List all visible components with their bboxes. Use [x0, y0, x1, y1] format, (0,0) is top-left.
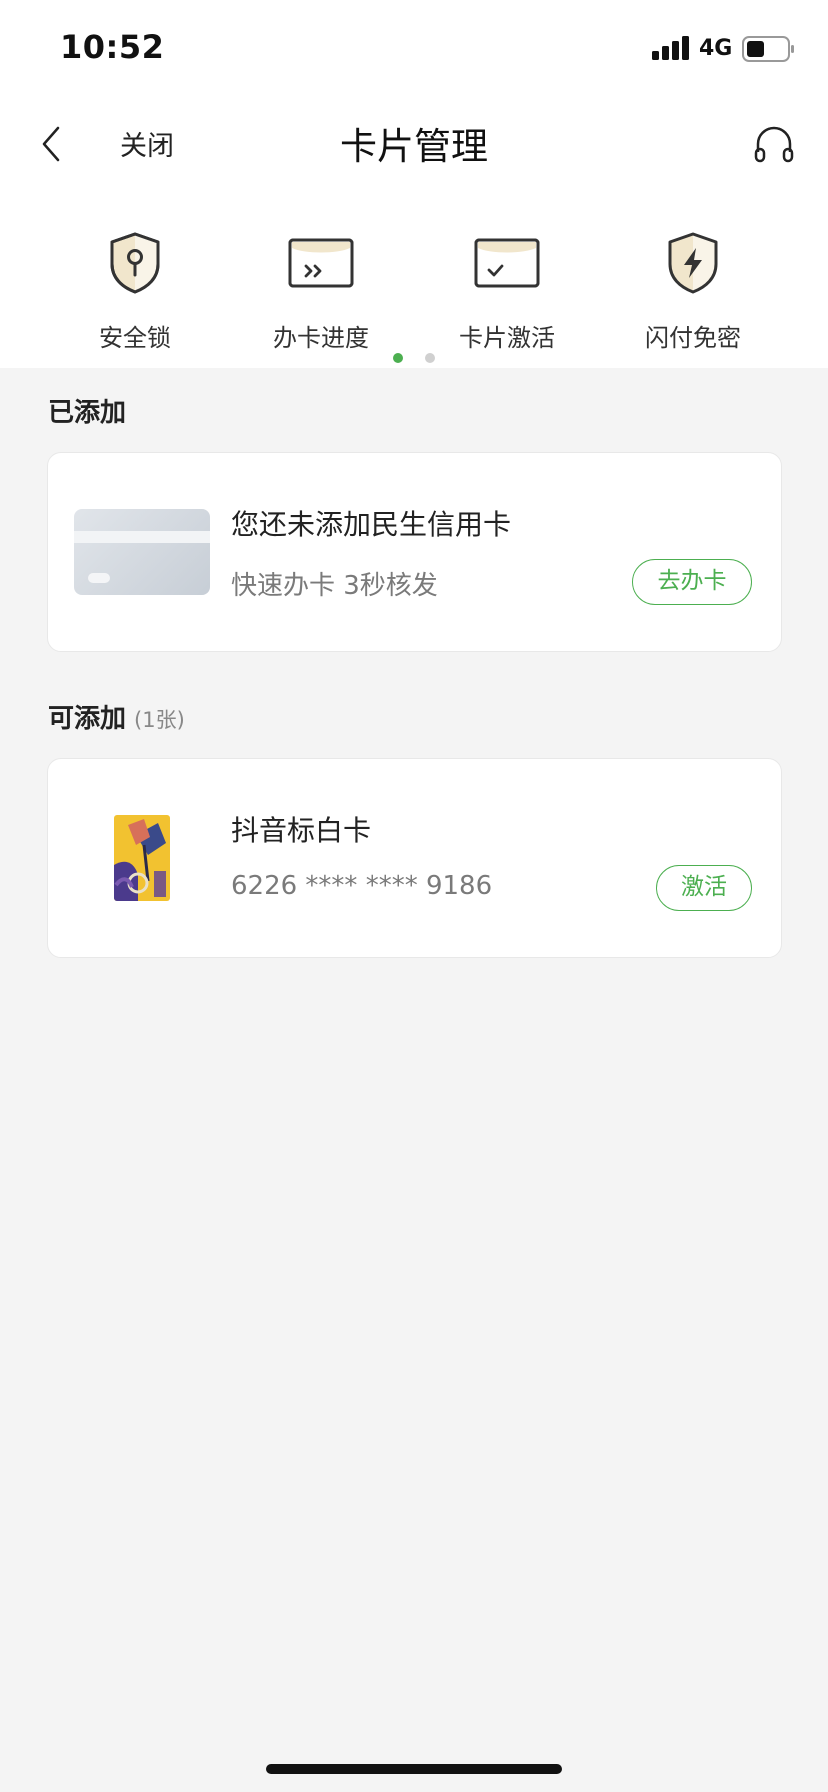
page-dot — [424, 353, 435, 363]
action-card-activate[interactable]: 卡片激活 — [414, 224, 600, 354]
network-type: 4G — [699, 36, 733, 61]
douyin-card-image — [114, 815, 170, 901]
page-dot-active — [393, 353, 404, 363]
apply-card-button[interactable]: 去办卡 — [632, 559, 752, 605]
no-card-title: 您还未添加民生信用卡 — [231, 508, 512, 541]
activate-button[interactable]: 激活 — [656, 865, 752, 911]
no-card-banner: 您还未添加民生信用卡 快速办卡 3秒核发 去办卡 — [47, 452, 782, 652]
status-bar: 10:52 4G — [0, 0, 828, 100]
signal-icon — [652, 36, 689, 60]
available-section-title: 可添加 (1张) — [48, 698, 185, 735]
nav-bar: 关闭 卡片管理 — [0, 100, 828, 188]
available-section-label: 可添加 — [48, 704, 127, 734]
action-card-progress[interactable]: 办卡进度 — [228, 224, 414, 354]
battery-icon — [742, 36, 794, 62]
available-count: (1张) — [134, 708, 185, 732]
top-panel: 10:52 4G 关闭 卡片管理 安全锁 办卡进度 卡片激活 闪付免密 — [0, 0, 828, 368]
added-section-label: 已添加 — [48, 398, 127, 428]
action-quickpass[interactable]: 闪付免密 — [600, 224, 786, 354]
blank-card-image — [74, 509, 210, 595]
available-card-item[interactable]: 抖音标白卡 6226 **** **** 9186 激活 — [47, 758, 782, 958]
headset-icon[interactable] — [752, 122, 796, 166]
home-indicator — [266, 1764, 562, 1774]
card-activate-icon — [474, 238, 540, 288]
no-card-subtitle: 快速办卡 3秒核发 — [231, 571, 438, 601]
quick-actions: 安全锁 办卡进度 卡片激活 闪付免密 — [0, 224, 828, 354]
card-progress-icon — [288, 238, 354, 288]
added-section-title: 已添加 — [48, 392, 126, 429]
shield-lightning-icon — [668, 232, 718, 294]
card-name: 抖音标白卡 — [231, 814, 372, 847]
status-time: 10:52 — [60, 28, 165, 66]
action-security-lock[interactable]: 安全锁 — [42, 224, 228, 354]
card-number: 6226 **** **** 9186 — [231, 871, 493, 901]
page-title: 卡片管理 — [340, 125, 488, 168]
page-indicator — [0, 348, 828, 363]
shield-key-icon — [110, 232, 160, 294]
card-chip — [88, 573, 110, 583]
card-stripe — [74, 531, 210, 543]
